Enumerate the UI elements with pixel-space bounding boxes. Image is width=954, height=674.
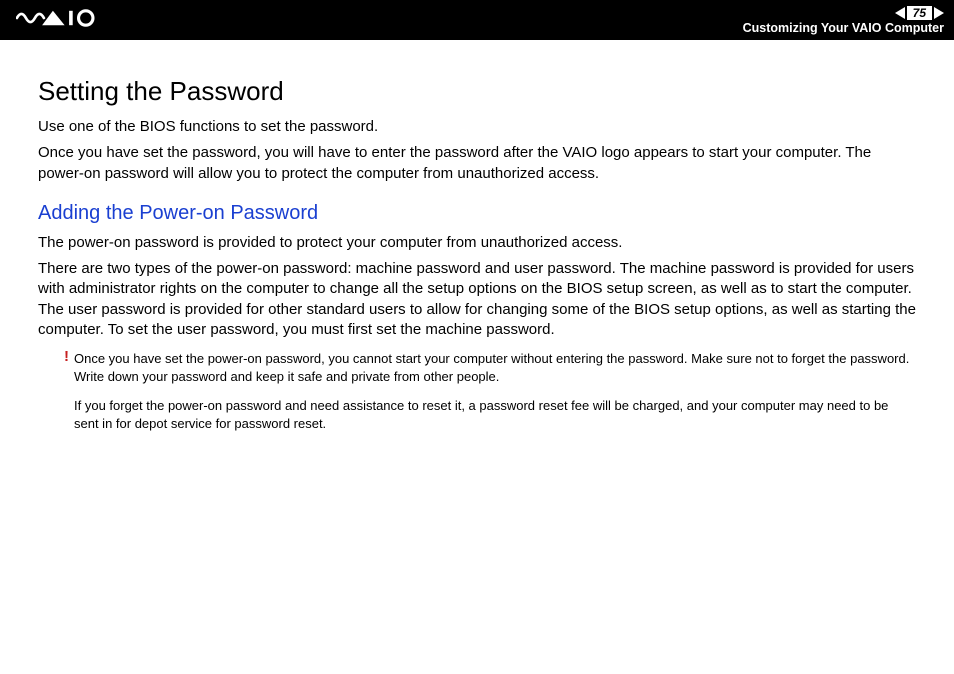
note-text-1: Once you have set the power-on password,… (74, 350, 916, 385)
page-title: Setting the Password (38, 76, 916, 107)
prev-page-arrow-icon[interactable] (895, 7, 905, 19)
next-page-arrow-icon[interactable] (934, 7, 944, 19)
section-subtitle: Adding the Power-on Password (38, 202, 916, 225)
note-text-2: If you forget the power-on password and … (74, 397, 916, 432)
note-block: ! Once you have set the power-on passwor… (38, 350, 916, 432)
header-right: 75 Customizing Your VAIO Computer (743, 6, 944, 35)
intro-paragraph-2: Once you have set the password, you will… (38, 143, 916, 184)
header-bar: 75 Customizing Your VAIO Computer (0, 0, 954, 40)
vaio-logo (16, 9, 106, 32)
content: Setting the Password Use one of the BIOS… (0, 40, 954, 464)
page-number: 75 (907, 6, 932, 20)
breadcrumb: Customizing Your VAIO Computer (743, 21, 944, 35)
paragraph-2: There are two types of the power-on pass… (38, 259, 916, 340)
paragraph-1: The power-on password is provided to pro… (38, 233, 916, 253)
warning-icon: ! (64, 348, 69, 365)
intro-paragraph-1: Use one of the BIOS functions to set the… (38, 117, 916, 137)
page-nav: 75 (895, 6, 944, 20)
